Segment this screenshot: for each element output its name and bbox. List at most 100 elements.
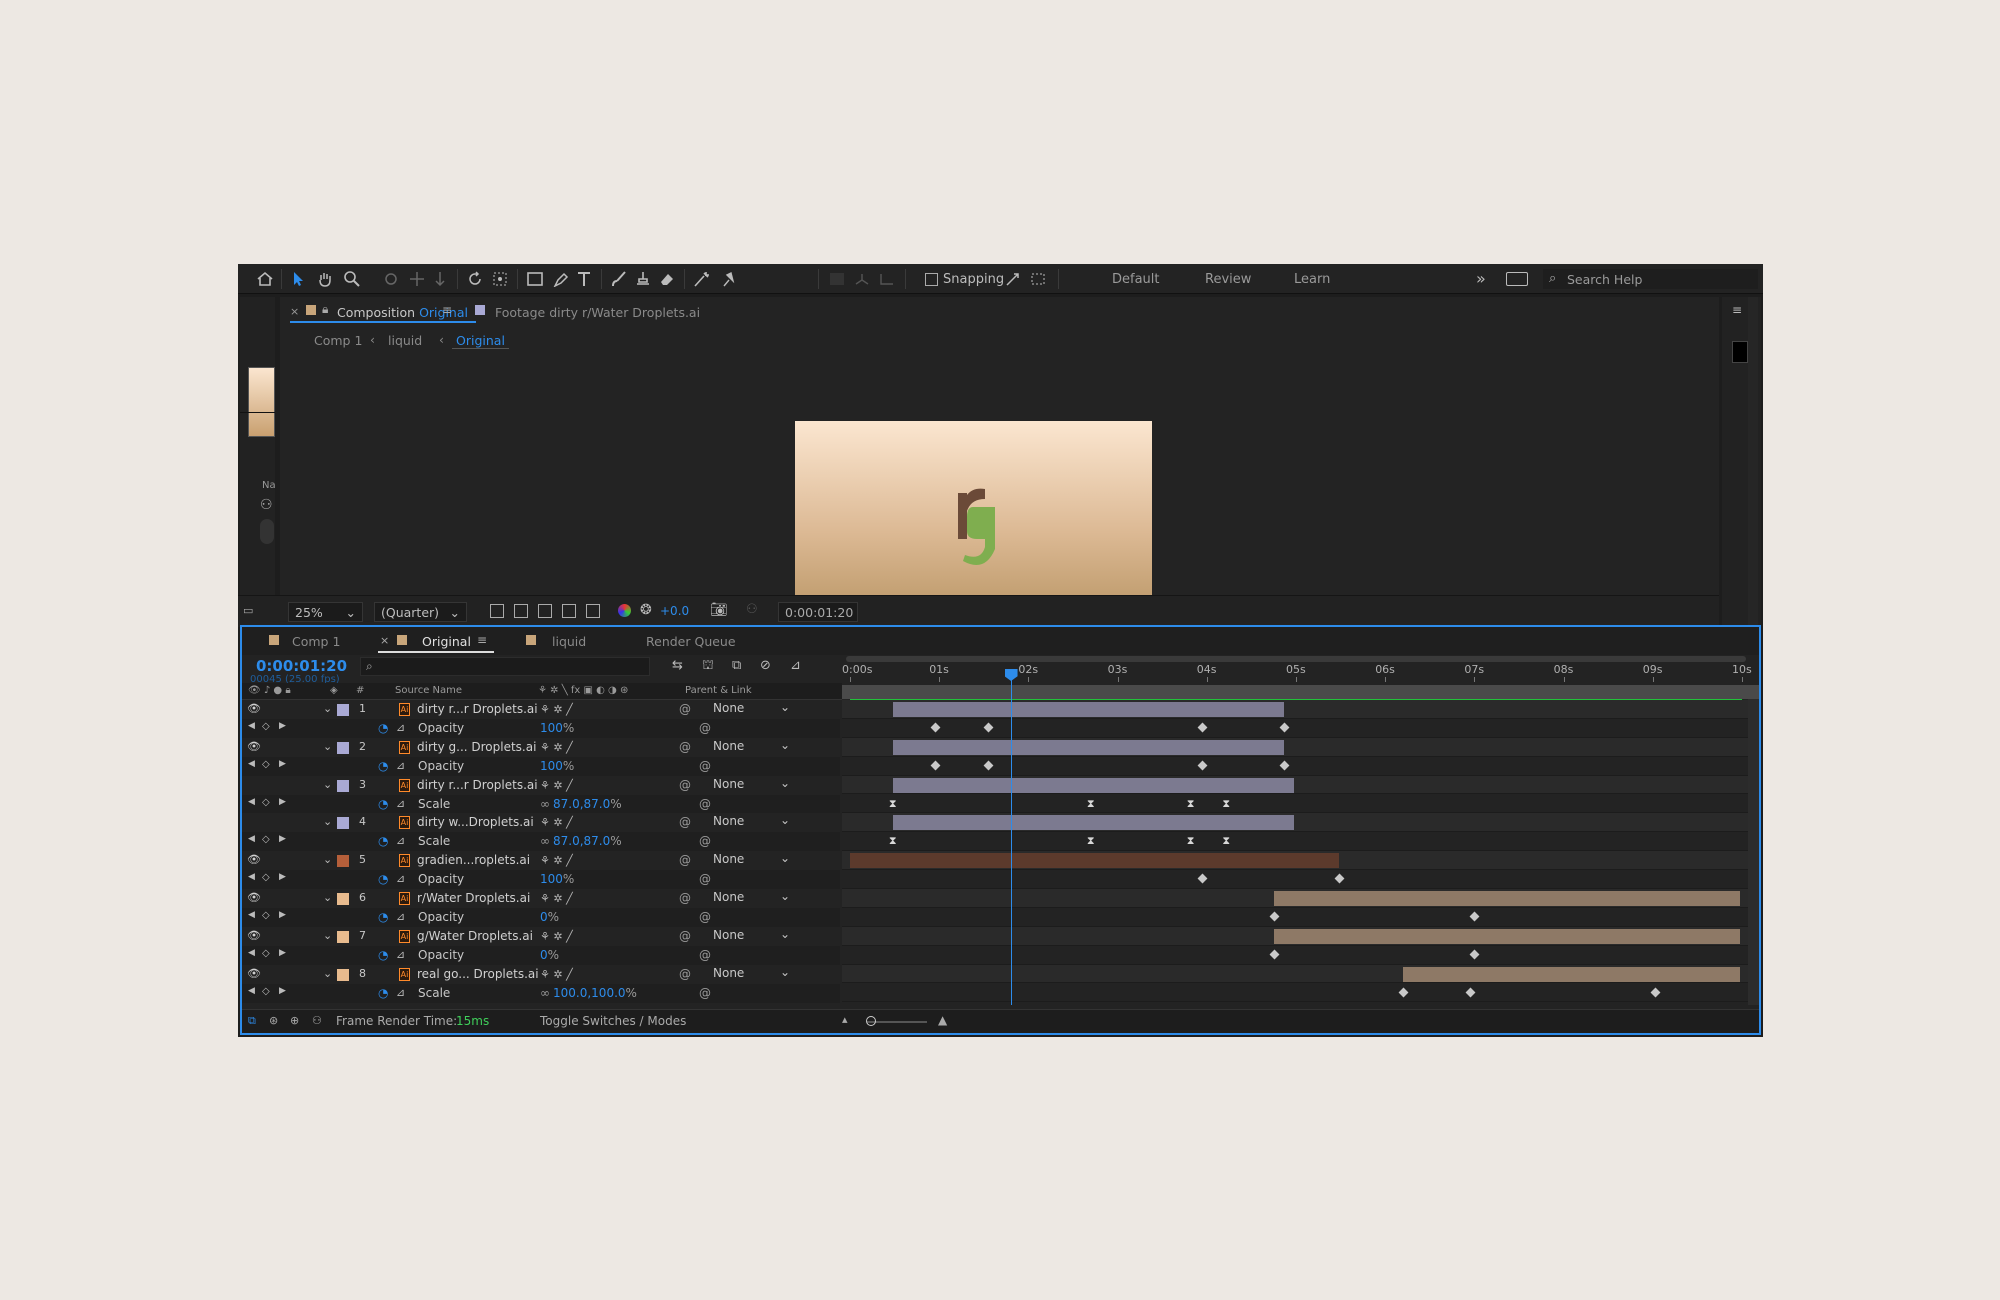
region-of-interest-icon[interactable]: [562, 604, 576, 618]
visibility-eye-icon[interactable]: 👁︎: [247, 702, 261, 715]
layer-track[interactable]: [842, 700, 1752, 719]
layer-duration-bar[interactable]: [850, 853, 1339, 869]
parent-dropdown[interactable]: None ⌄: [699, 813, 794, 831]
property-value[interactable]: 0%: [540, 910, 559, 924]
layer-label-color[interactable]: [337, 817, 349, 830]
keyframe-diamond[interactable]: [930, 760, 941, 771]
graph-icon[interactable]: ⊿: [396, 834, 405, 847]
layer-switches-icons[interactable]: ⚘ ✲ ╱: [540, 892, 573, 905]
close-tab-icon[interactable]: ×: [380, 634, 389, 647]
axis-view-icon[interactable]: [878, 271, 896, 287]
layer-label-color[interactable]: [337, 704, 349, 716]
layer-source-name[interactable]: r/Water Droplets.ai: [417, 891, 530, 905]
flowchart-icon[interactable]: ⚇: [260, 497, 273, 513]
fast-previews-icon[interactable]: [490, 604, 504, 618]
add-keyframe-icon[interactable]: ◇: [262, 797, 270, 808]
snapshot-icon[interactable]: 📷︎: [710, 602, 728, 618]
visibility-eye-icon[interactable]: 👁︎: [247, 929, 261, 942]
expression-pickwhip-icon[interactable]: @: [699, 759, 711, 773]
twirl-down-icon[interactable]: ⌄: [323, 815, 332, 828]
keyframe-diamond[interactable]: [1469, 911, 1480, 922]
property-row[interactable]: ◀ ◇ ▶ ◔ ⊿ Opacity 100% @: [242, 718, 840, 738]
layer-search-input[interactable]: ⌕: [360, 657, 650, 676]
composition-bar[interactable]: [842, 685, 1759, 699]
viewer-timecode[interactable]: 0:00:01:20: [778, 602, 858, 622]
property-row[interactable]: ◀ ◇ ▶ ◔ ⊿ Scale ∞ 87.0,87.0% @: [242, 794, 840, 814]
puppet-pin-icon[interactable]: [720, 271, 738, 287]
reset-exposure-icon[interactable]: ❂: [640, 602, 652, 618]
graph-icon[interactable]: ⊿: [396, 797, 405, 810]
add-keyframe-icon[interactable]: ◇: [262, 721, 270, 732]
property-value[interactable]: 0%: [540, 948, 559, 962]
add-keyframe-icon[interactable]: ◇: [262, 872, 270, 883]
panel-menu-icon[interactable]: ≡: [1732, 303, 1742, 317]
zoom-in-icon[interactable]: ▲: [938, 1013, 947, 1027]
layer-switches-icon[interactable]: ⧉: [248, 1014, 256, 1028]
property-row[interactable]: ◀ ◇ ▶ ◔ ⊿ Opacity 100% @: [242, 756, 840, 776]
twirl-down-icon[interactable]: ⌄: [323, 740, 332, 753]
more-workspaces-icon[interactable]: »: [1476, 269, 1486, 288]
pick-whip-icon[interactable]: @: [679, 929, 691, 943]
prev-keyframe-icon[interactable]: ◀: [248, 759, 255, 769]
transparency-grid-icon[interactable]: [514, 604, 528, 618]
composition-canvas[interactable]: [795, 421, 1152, 623]
layer-duration-bar[interactable]: [892, 815, 1295, 831]
prev-keyframe-icon[interactable]: ◀: [248, 986, 255, 996]
draft-3d-icon[interactable]: ⛫: [702, 658, 714, 675]
next-keyframe-icon[interactable]: ▶: [279, 721, 286, 731]
graph-icon[interactable]: ⊿: [396, 872, 405, 885]
keyframe-diamond[interactable]: [1334, 873, 1345, 884]
shy-layers-icon[interactable]: ⧉: [732, 658, 741, 673]
keyframe-hold[interactable]: ⧗: [889, 835, 897, 846]
in-out-icon[interactable]: ⊕: [290, 1014, 299, 1027]
twirl-down-icon[interactable]: ⌄: [323, 967, 332, 980]
keyframe-diamond[interactable]: [1197, 873, 1208, 884]
add-keyframe-icon[interactable]: ◇: [262, 759, 270, 770]
visibility-eye-icon[interactable]: 👁︎: [247, 967, 261, 980]
snapping-checkbox[interactable]: [925, 273, 938, 286]
current-time-display[interactable]: 0:00:01:20: [256, 657, 347, 675]
brush-tool-icon[interactable]: [610, 271, 628, 287]
parent-dropdown[interactable]: None ⌄: [699, 776, 794, 794]
constrain-proportions-icon[interactable]: ∞: [540, 834, 550, 848]
sync-settings-icon[interactable]: [1506, 272, 1528, 286]
breadcrumb-comp1[interactable]: Comp 1: [314, 333, 362, 348]
pick-whip-icon[interactable]: @: [679, 778, 691, 792]
axis-world-icon[interactable]: [853, 271, 871, 287]
hand-tool-icon[interactable]: [316, 271, 334, 287]
stopwatch-icon[interactable]: ◔: [378, 948, 388, 962]
dolly-camera-icon[interactable]: [431, 271, 449, 287]
layer-row[interactable]: ⌄ 3 Ai dirty r...r Droplets.ai ⚘ ✲ ╱ @ None ⌄: [242, 775, 840, 795]
layer-label-color[interactable]: [337, 741, 349, 754]
layer-label-color[interactable]: [337, 779, 349, 792]
property-value[interactable]: ∞ 87.0,87.0%: [540, 797, 622, 811]
anchor-tool-icon[interactable]: [491, 271, 509, 287]
pen-tool-icon[interactable]: [552, 271, 570, 288]
layer-label-color[interactable]: [337, 968, 349, 981]
parent-dropdown[interactable]: None ⌄: [699, 889, 794, 907]
twirl-down-icon[interactable]: ⌄: [323, 891, 332, 904]
parent-dropdown[interactable]: None ⌄: [699, 927, 794, 945]
layer-switches-icons[interactable]: ⚘ ✲ ╱: [540, 741, 573, 754]
keyframe-hold[interactable]: ⧗: [1222, 835, 1230, 846]
keyframe-diamond[interactable]: [1398, 987, 1409, 997]
twirl-down-icon[interactable]: ⌄: [323, 853, 332, 866]
keyframe-hold[interactable]: ⧗: [1087, 835, 1095, 846]
graph-icon[interactable]: ⊿: [396, 759, 405, 772]
home-icon[interactable]: [256, 271, 274, 287]
layer-label-color[interactable]: [337, 855, 349, 868]
tab-comp1[interactable]: Comp 1: [292, 634, 340, 649]
zoom-out-icon[interactable]: ▴: [842, 1013, 848, 1026]
layer-row[interactable]: 👁︎ ⌄ 8 Ai real go... Droplets.ai ⚘ ✲ ╱ @ None ⌄: [242, 964, 840, 984]
keyframe-hold[interactable]: ⧗: [889, 798, 897, 809]
rotate-tool-icon[interactable]: [466, 271, 484, 287]
workspace-review[interactable]: Review: [1205, 272, 1251, 287]
next-keyframe-icon[interactable]: ▶: [279, 986, 286, 996]
expression-pickwhip-icon[interactable]: @: [699, 910, 711, 924]
keyframe-hold[interactable]: ⧗: [1187, 835, 1195, 846]
keyframe-diamond[interactable]: [1651, 987, 1661, 997]
layer-track[interactable]: [842, 889, 1752, 908]
next-keyframe-icon[interactable]: ▶: [279, 759, 286, 769]
prev-keyframe-icon[interactable]: ◀: [248, 948, 255, 958]
keyframe-diamond[interactable]: [983, 722, 994, 733]
